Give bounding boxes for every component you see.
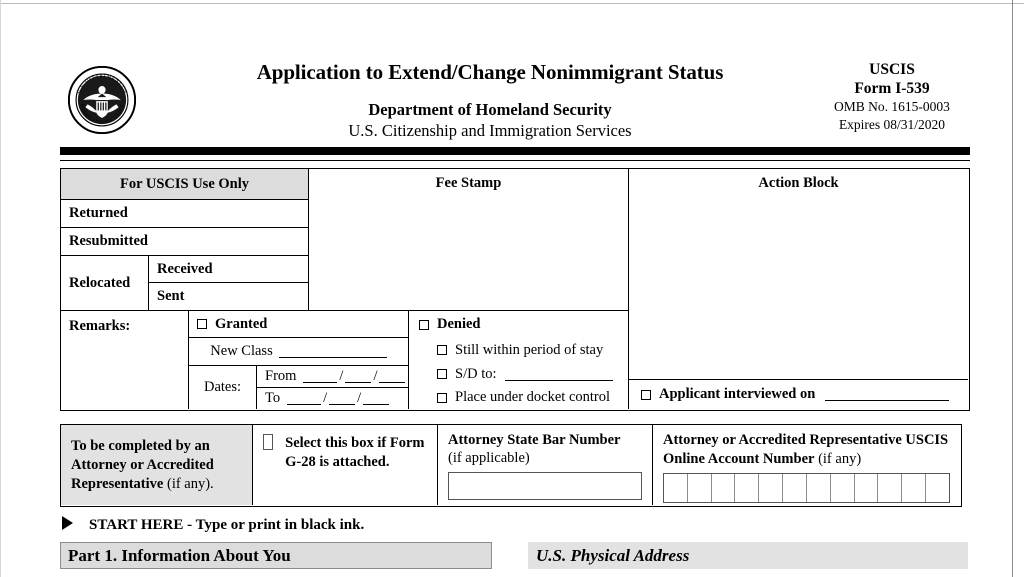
comb-cell[interactable]: [855, 474, 879, 502]
form-number: Form I-539: [854, 80, 930, 97]
to-day-blank[interactable]: [329, 392, 356, 405]
g28-checkbox[interactable]: [263, 434, 274, 450]
attorney-online-account-label: Attorney or Accredited Representative US…: [663, 432, 949, 467]
applicant-interviewed-checkbox[interactable]: [641, 389, 651, 400]
header-divider-rule: [60, 160, 970, 161]
uscis-label: USCIS: [869, 61, 915, 78]
agency-name: Department of Homeland Security: [368, 100, 612, 119]
returned-row[interactable]: Returned: [61, 200, 309, 228]
docket-checkbox[interactable]: [437, 392, 447, 403]
form-identification-block: USCIS Form I-539 OMB No. 1615-0003 Expir…: [800, 60, 984, 134]
comb-cell[interactable]: [664, 474, 688, 502]
denied-cell: Denied Still within period of stay S/D t…: [409, 311, 629, 409]
page-edge-right: [1012, 0, 1013, 577]
attorney-bar-number-note: (if applicable): [448, 450, 530, 466]
attorney-online-account-cell: Attorney or Accredited Representative US…: [653, 425, 960, 505]
docket-row[interactable]: Place under docket control: [409, 386, 628, 409]
interview-date-blank[interactable]: [825, 388, 950, 401]
form-title: Application to Extend/Change Nonimmigran…: [256, 60, 724, 84]
relocated-label: Relocated: [61, 256, 149, 311]
comb-cell[interactable]: [712, 474, 736, 502]
g28-label: Select this box if Form G-28 is attached…: [285, 435, 425, 470]
attorney-completed-by-cell: To be completed by an Attorney or Accred…: [61, 425, 253, 505]
g28-cell[interactable]: Select this box if Form G-28 is attached…: [253, 425, 438, 505]
part1-section-header: Part 1. Information About You: [60, 542, 492, 569]
dhs-seal-icon: U.S. DEPARTMENT OF HOMELAND SECURITY: [66, 60, 138, 140]
fee-stamp-cell[interactable]: Fee Stamp: [309, 169, 629, 311]
triangle-pointer-icon: [62, 516, 73, 530]
applicant-interviewed-row[interactable]: Applicant interviewed on: [629, 380, 968, 409]
expiration-date: Expires 08/31/2020: [838, 117, 946, 132]
part1-label: Part 1. Information About You: [68, 545, 291, 565]
from-month-blank[interactable]: [303, 370, 338, 383]
page-edge-top: [0, 3, 1024, 4]
action-block-cell[interactable]: Action Block: [629, 169, 968, 380]
attorney-online-account-comb-field[interactable]: [663, 473, 950, 503]
page-edge-left: [0, 0, 1, 577]
denied-checkbox-row[interactable]: Denied: [409, 311, 628, 338]
relocated-sent-row[interactable]: Sent: [149, 283, 309, 311]
form-page: U.S. DEPARTMENT OF HOMELAND SECURITY App…: [0, 0, 1024, 577]
comb-cell[interactable]: [878, 474, 903, 502]
start-here-text: START HERE - Type or print in black ink.: [89, 517, 365, 533]
sd-to-checkbox[interactable]: [437, 369, 447, 379]
attorney-completed-by-note: (if any).: [163, 475, 214, 492]
comb-cell[interactable]: [831, 474, 855, 502]
new-class-blank[interactable]: [278, 345, 387, 358]
still-within-checkbox[interactable]: [437, 345, 447, 355]
resubmitted-row[interactable]: Resubmitted: [61, 228, 309, 256]
granted-checkbox[interactable]: [197, 319, 207, 329]
to-month-blank[interactable]: [287, 392, 322, 405]
comb-cell[interactable]: [688, 474, 712, 502]
new-class-row[interactable]: New Class: [189, 338, 409, 366]
to-year-blank[interactable]: [363, 392, 390, 405]
attorney-section: To be completed by an Attorney or Accred…: [60, 424, 962, 507]
granted-checkbox-row[interactable]: Granted: [189, 311, 409, 338]
from-day-blank[interactable]: [345, 370, 372, 383]
physical-address-section-header: U.S. Physical Address: [528, 542, 968, 569]
uscis-use-only-table: For USCIS Use Only Returned Resubmitted …: [60, 168, 970, 411]
relocated-received-row[interactable]: Received: [149, 256, 309, 283]
attorney-bar-number-cell: Attorney State Bar Number (if applicable…: [438, 425, 653, 505]
comb-cell[interactable]: [759, 474, 784, 502]
bureau-name: U.S. Citizenship and Immigration Service…: [348, 121, 632, 140]
header-divider-bar: [60, 147, 970, 155]
comb-cell[interactable]: [807, 474, 831, 502]
start-here-instruction: START HERE - Type or print in black ink.: [62, 516, 364, 534]
physical-address-label: U.S. Physical Address: [536, 545, 690, 565]
dates-to-row[interactable]: To / /: [257, 388, 409, 409]
attorney-online-account-note: (if any): [814, 451, 862, 467]
denied-checkbox[interactable]: [419, 319, 429, 330]
sd-to-row[interactable]: S/D to:: [409, 362, 628, 386]
comb-cell[interactable]: [926, 474, 949, 502]
dates-label: Dates:: [189, 366, 257, 409]
dates-from-row[interactable]: From / /: [257, 366, 409, 388]
attorney-bar-number-input[interactable]: [448, 472, 642, 500]
remarks-cell[interactable]: Remarks:: [61, 311, 189, 409]
for-uscis-use-only-header: For USCIS Use Only: [61, 169, 309, 200]
from-year-blank[interactable]: [379, 370, 406, 383]
comb-cell[interactable]: [902, 474, 927, 502]
omb-number: OMB No. 1615-0003: [834, 99, 950, 114]
comb-cell[interactable]: [735, 474, 760, 502]
still-within-row[interactable]: Still within period of stay: [409, 338, 628, 362]
attorney-bar-number-label: Attorney State Bar Number: [448, 432, 621, 448]
comb-cell[interactable]: [783, 474, 807, 502]
sd-to-blank[interactable]: [504, 368, 613, 381]
